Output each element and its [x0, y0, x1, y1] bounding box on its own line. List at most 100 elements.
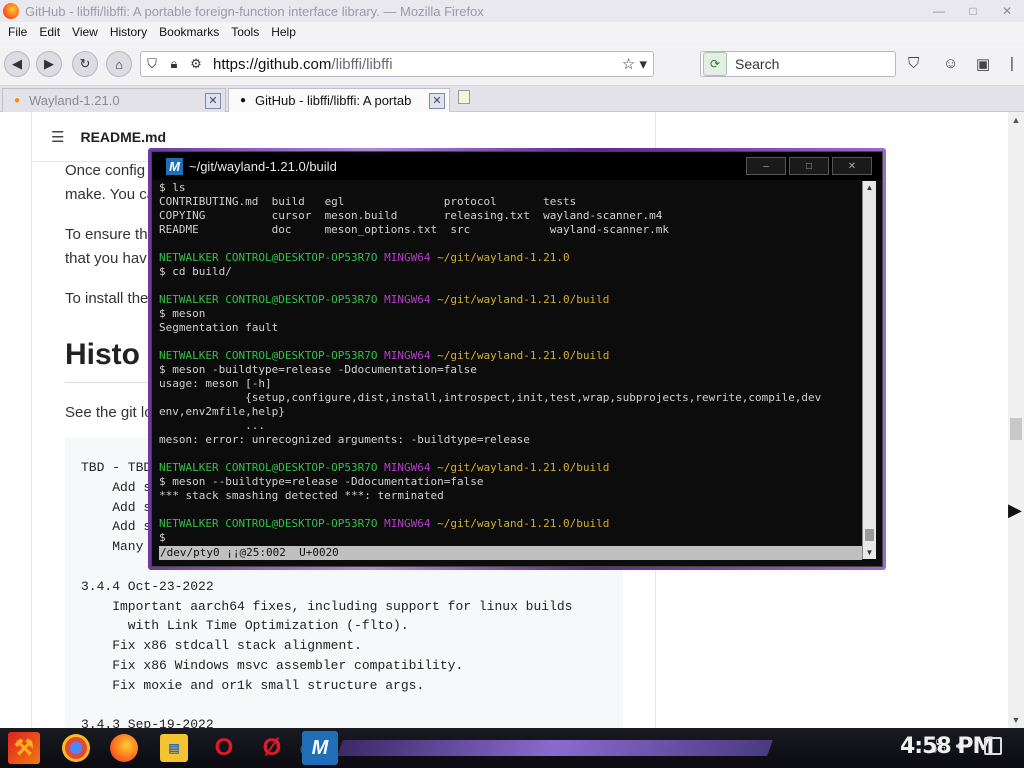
- terminal-maximize-button[interactable]: □: [789, 157, 829, 175]
- code-line: 3.4.4 Oct-23-2022: [81, 578, 214, 594]
- navigation-toolbar: ◀ ▶ ↻ ⌂ ⛉ 🔒︎ ⚙ https://github.com/libffi…: [0, 42, 1024, 86]
- command-line: $ meson --buildtype=release -Ddocumentat…: [159, 475, 484, 488]
- opera-icon[interactable]: O: [210, 734, 238, 762]
- tab-wayland[interactable]: ● Wayland-1.21.0 ✕: [2, 88, 226, 112]
- notification-center-icon[interactable]: [984, 737, 1002, 755]
- shell-prompt: NETWALKER CONTROL@DESKTOP-OP53R7O MINGW6…: [159, 517, 862, 531]
- tab-strip: ● Wayland-1.21.0 ✕ ● GitHub - libffi/lib…: [0, 86, 1024, 112]
- page-scrollbar[interactable]: ▲ ▼: [1008, 112, 1024, 728]
- prompt-path: ~/git/wayland-1.21.0/build: [437, 461, 610, 474]
- lock-icon[interactable]: 🔒︎: [163, 56, 185, 72]
- terminal-scroll-thumb[interactable]: [865, 529, 874, 541]
- menu-view[interactable]: View: [64, 25, 102, 39]
- code-line: Fix x86 Windows msvc assembler compatibi…: [81, 657, 464, 673]
- code-line: Important aarch64 fixes, including suppo…: [81, 598, 573, 614]
- readme-title: README.md: [80, 128, 167, 145]
- start-button[interactable]: ⚒: [8, 732, 40, 764]
- extensions-icon[interactable]: ▣: [976, 55, 990, 73]
- menu-history[interactable]: History: [102, 25, 151, 39]
- firefox-titlebar: GitHub - libffi/libffi: A portable forei…: [0, 0, 1024, 22]
- output-line: ...: [159, 419, 265, 432]
- menu-tools[interactable]: Tools: [223, 25, 263, 39]
- search-box[interactable]: ⟳ Search: [700, 51, 896, 77]
- terminal-close-button[interactable]: ✕: [832, 157, 872, 175]
- output-line: env,env2mfile,help}: [159, 405, 285, 418]
- pocket-icon[interactable]: ⛉: [908, 55, 919, 72]
- terminal-minimize-button[interactable]: –: [746, 157, 786, 175]
- forward-button[interactable]: ▶: [36, 51, 62, 77]
- permissions-icon[interactable]: ⚙: [185, 56, 207, 72]
- shell-prompt: NETWALKER CONTROL@DESKTOP-OP53R7O MINGW6…: [159, 461, 862, 475]
- taskbar-clock[interactable]: 4:58 PM: [900, 734, 994, 759]
- reload-button[interactable]: ↻: [72, 51, 98, 77]
- scroll-up-icon[interactable]: ▲: [1008, 112, 1024, 128]
- firefox-logo-icon: [3, 3, 19, 19]
- prompt-env: MINGW64: [384, 293, 431, 306]
- terminal-title: ~/git/wayland-1.21.0/build: [189, 158, 337, 174]
- code-line: Fix moxie and or1k small structure args.: [81, 677, 425, 693]
- firefox-icon[interactable]: [110, 734, 138, 762]
- terminal-window-controls: – □ ✕: [743, 157, 872, 175]
- back-button[interactable]: ◀: [4, 51, 30, 77]
- opera-gx-icon[interactable]: Ø: [258, 734, 286, 762]
- tab-close-icon[interactable]: ✕: [429, 92, 445, 109]
- chrome-icon[interactable]: [62, 734, 90, 762]
- mintty-window[interactable]: M ~/git/wayland-1.21.0/build – □ ✕ $ ls C…: [151, 151, 883, 567]
- history-heading: Histo: [65, 338, 140, 371]
- shell-prompt: NETWALKER CONTROL@DESKTOP-OP53R7O MINGW6…: [159, 251, 862, 265]
- command-line: $ meson -buildtype=release -Ddocumentati…: [159, 363, 477, 376]
- output-line: README doc meson_options.txt src wayland…: [159, 223, 669, 236]
- window-controls: — □ ✕: [922, 0, 1024, 22]
- tab-github-libffi[interactable]: ● GitHub - libffi/libffi: A portab ✕: [228, 88, 450, 112]
- paragraph: To install the: [65, 290, 149, 307]
- terminal-output[interactable]: $ ls CONTRIBUTING.md build egl protocol t…: [159, 181, 862, 547]
- new-tab-icon[interactable]: [458, 90, 470, 104]
- prompt-env: MINGW64: [384, 461, 431, 474]
- reload-icon: ↻: [79, 56, 91, 71]
- output-line: meson: error: unrecognized arguments: -b…: [159, 433, 530, 446]
- prompt-path: ~/git/wayland-1.21.0/build: [437, 517, 610, 530]
- command-line: $ ls: [159, 181, 186, 194]
- code-line: Fix x86 stdcall stack alignment.: [81, 638, 362, 654]
- command-line: $: [159, 531, 166, 544]
- outline-list-icon[interactable]: ☰: [51, 128, 64, 146]
- scroll-down-icon[interactable]: ▼: [1008, 712, 1024, 728]
- bookmark-star-icon[interactable]: ☆ ▾: [622, 55, 647, 73]
- mintty-icon[interactable]: M: [302, 731, 338, 765]
- mouse-cursor-icon: ▶: [1008, 500, 1022, 520]
- command-line: $ meson: [159, 307, 206, 320]
- terminal-scroll-up-icon[interactable]: ▲: [863, 181, 876, 193]
- prompt-user: NETWALKER CONTROL@DESKTOP-OP53R7O: [159, 251, 378, 264]
- menu-bookmarks[interactable]: Bookmarks: [151, 25, 223, 39]
- terminal-titlebar[interactable]: M ~/git/wayland-1.21.0/build – □ ✕: [152, 152, 882, 180]
- menu-edit[interactable]: Edit: [31, 25, 64, 39]
- scroll-thumb[interactable]: [1010, 418, 1022, 440]
- menu-file[interactable]: File: [0, 25, 31, 39]
- prompt-user: NETWALKER CONTROL@DESKTOP-OP53R7O: [159, 517, 378, 530]
- search-engine-icon[interactable]: ⟳: [703, 52, 727, 76]
- terminal-scrollbar[interactable]: ▲ ▼: [862, 181, 876, 559]
- menu-bar: File Edit View History Bookmarks Tools H…: [0, 22, 1024, 42]
- file-explorer-icon[interactable]: ▤: [160, 734, 188, 762]
- overflow-menu-icon[interactable]: |: [1010, 55, 1014, 72]
- maximize-button[interactable]: □: [956, 0, 990, 22]
- page-gutter: [0, 112, 32, 728]
- window-title: GitHub - libffi/libffi: A portable forei…: [25, 3, 484, 19]
- terminal-scroll-down-icon[interactable]: ▼: [863, 546, 876, 558]
- account-icon[interactable]: ☺: [943, 55, 958, 72]
- url-bar[interactable]: ⛉ 🔒︎ ⚙ https://github.com/libffi/libffi …: [140, 51, 654, 77]
- output-line: {setup,configure,dist,install,introspect…: [159, 391, 822, 404]
- menu-help[interactable]: Help: [263, 25, 300, 39]
- url-text[interactable]: https://github.com/libffi/libffi: [213, 56, 393, 73]
- tab-close-icon[interactable]: ✕: [205, 92, 221, 109]
- close-button[interactable]: ✕: [990, 0, 1024, 22]
- shield-icon[interactable]: ⛉: [141, 56, 163, 72]
- minimize-button[interactable]: —: [922, 0, 956, 22]
- home-button[interactable]: ⌂: [106, 51, 132, 77]
- prompt-path: ~/git/wayland-1.21.0: [437, 251, 570, 264]
